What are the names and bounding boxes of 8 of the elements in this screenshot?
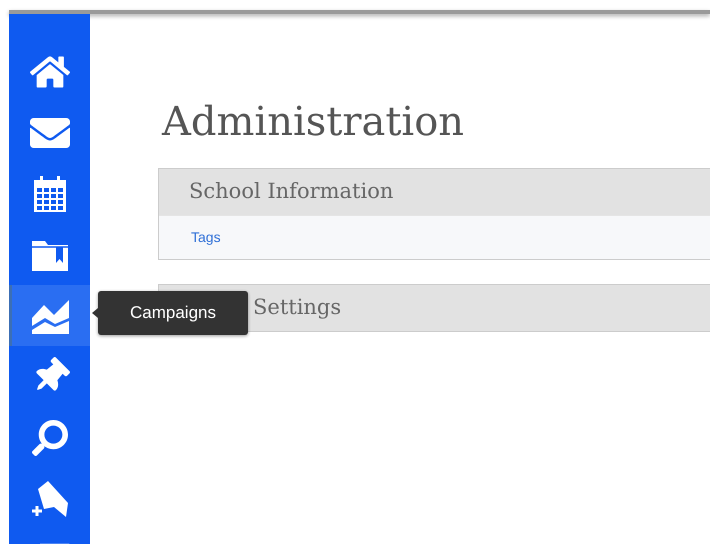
bookmark-plus-icon (30, 478, 70, 518)
panel-title: School Information (189, 178, 394, 206)
page-title: Administration (162, 98, 466, 147)
panel-title: Settings (253, 294, 342, 322)
tooltip-text: Campaigns (130, 302, 216, 324)
search-icon (32, 420, 68, 456)
tags-link[interactable]: Tags (191, 227, 221, 248)
sidebar-item[interactable] (9, 285, 90, 346)
